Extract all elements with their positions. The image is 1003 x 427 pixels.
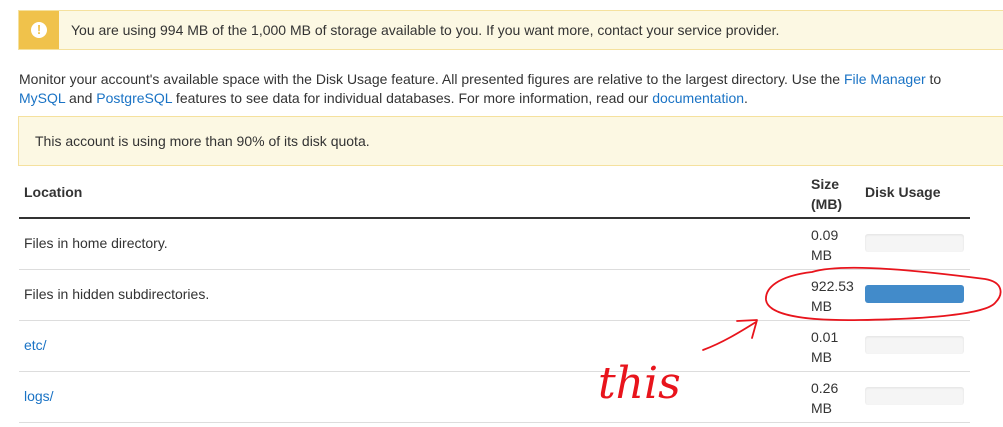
location-column-header[interactable]: Location — [24, 184, 82, 200]
documentation-link[interactable]: documentation — [652, 90, 744, 106]
mysql-link[interactable]: MySQL — [19, 90, 65, 106]
size-unit: MB — [811, 349, 832, 365]
quota-alert: This account is using more than 90% of i… — [18, 116, 1003, 166]
table-row: Files in hidden subdirectories. 922.53 M… — [19, 270, 970, 321]
size-unit: MB — [811, 298, 832, 314]
storage-warning-text: You are using 994 MB of the 1,000 MB of … — [71, 22, 780, 38]
size-cell: 0.26 MB — [811, 378, 856, 418]
size-cell: 0.01 MB — [811, 327, 856, 367]
size-value: 0.01 — [811, 329, 839, 345]
size-value: 922.53 — [811, 278, 854, 294]
postgresql-link[interactable]: PostgreSQL — [96, 90, 172, 106]
description-text-2: to — [925, 71, 942, 87]
description-text-1: Monitor your account's available space w… — [19, 71, 844, 87]
table-row: etc/ 0.01 MB — [19, 321, 970, 372]
description-text-3: and — [65, 90, 97, 106]
size-header-label: Size — [811, 176, 840, 192]
disk-usage-description: Monitor your account's available space w… — [19, 70, 1003, 108]
etc-folder-link[interactable]: etc/ — [24, 337, 47, 353]
description-text-4: features to see data for individual data… — [172, 90, 653, 106]
size-cell: 0.09 MB — [811, 225, 856, 265]
size-value: 0.09 — [811, 227, 839, 243]
warning-icon-box: ! — [19, 11, 59, 49]
size-unit: MB — [811, 247, 832, 263]
exclamation-circle-icon: ! — [31, 22, 47, 38]
disk-usage-bar — [865, 387, 964, 405]
disk-usage-bar — [865, 234, 964, 252]
disk-usage-bar-fill — [865, 285, 964, 303]
storage-warning-banner: ! You are using 994 MB of the 1,000 MB o… — [18, 10, 1003, 50]
logs-folder-link[interactable]: logs/ — [24, 388, 54, 404]
disk-usage-table: Location Size (MB) Disk Usage Files in h… — [19, 168, 970, 423]
disk-usage-bar — [865, 336, 964, 354]
size-value: 0.26 — [811, 380, 839, 396]
table-header: Location Size (MB) Disk Usage — [19, 168, 970, 219]
table-row: logs/ 0.26 MB — [19, 372, 970, 423]
disk-usage-bar — [865, 285, 964, 303]
size-header-unit: (MB) — [811, 196, 843, 212]
description-text-5: . — [744, 90, 748, 106]
location-cell: Files in home directory. — [24, 235, 168, 251]
table-row: Files in home directory. 0.09 MB — [19, 219, 970, 270]
disk-usage-page: ! You are using 994 MB of the 1,000 MB o… — [0, 0, 1003, 427]
size-cell: 922.53 MB — [811, 276, 856, 316]
quota-alert-text: This account is using more than 90% of i… — [35, 133, 370, 149]
size-column-header[interactable]: Size (MB) — [811, 174, 851, 214]
disk-usage-column-header[interactable]: Disk Usage — [865, 184, 940, 200]
file-manager-link[interactable]: File Manager — [844, 71, 926, 87]
size-unit: MB — [811, 400, 832, 416]
location-cell: Files in hidden subdirectories. — [24, 286, 210, 302]
